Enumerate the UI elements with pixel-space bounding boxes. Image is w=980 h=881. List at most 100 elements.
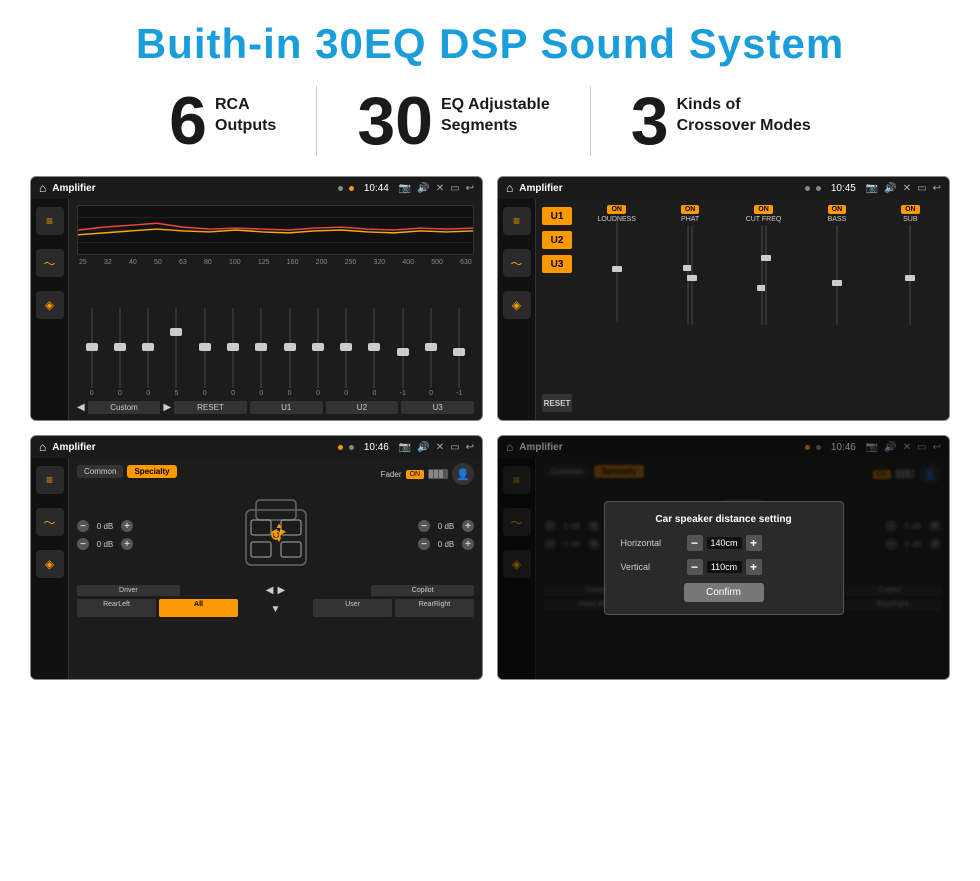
sidebar-eq-icon-2[interactable]: ≡ xyxy=(503,207,531,235)
sidebar-wave-icon-2[interactable]: 〜 xyxy=(503,249,531,277)
eq-u3-btn[interactable]: U3 xyxy=(401,401,474,414)
eq-sliders: 0 0 0 5 xyxy=(77,270,474,397)
screen1-time: 10:44 xyxy=(364,183,389,194)
fader-on-badge[interactable]: ON xyxy=(406,470,425,479)
sidebar-eq-icon-3[interactable]: ≡ xyxy=(36,466,64,494)
rearleft-btn[interactable]: RearLeft xyxy=(77,599,156,617)
eq-slider-7[interactable]: 0 xyxy=(249,308,274,397)
db-plus-lb[interactable]: + xyxy=(121,538,133,550)
db-minus-lb[interactable]: − xyxy=(77,538,89,550)
copilot-btn[interactable]: Copilot xyxy=(371,585,474,596)
eq-bottom-bar: ◀ Custom ▶ RESET U1 U2 U3 xyxy=(77,401,474,414)
u-list: U1 U2 U3 RESET xyxy=(536,199,578,420)
cutfreq-on[interactable]: ON xyxy=(754,205,773,214)
eq-slider-14[interactable]: -1 xyxy=(447,308,472,397)
db-value-lb: 0 dB xyxy=(91,540,119,549)
eq-slider-6[interactable]: 0 xyxy=(220,308,245,397)
home-icon-3[interactable]: ⌂ xyxy=(39,440,46,454)
eq-next[interactable]: ▶ xyxy=(163,402,171,413)
screen3-title: Amplifier xyxy=(52,442,332,453)
eq-slider-10[interactable]: 0 xyxy=(334,308,359,397)
eq-freq-labels: 25 32 40 50 63 80 100 125 160 200 250 32… xyxy=(77,259,474,266)
reset-button[interactable]: RESET xyxy=(542,394,572,412)
home-icon-2[interactable]: ⌂ xyxy=(506,181,513,195)
db-minus-rb[interactable]: − xyxy=(418,538,430,550)
dot1 xyxy=(338,186,343,191)
db-plus-lt[interactable]: + xyxy=(121,520,133,532)
eq-slider-8[interactable]: 0 xyxy=(277,308,302,397)
loudness-on[interactable]: ON xyxy=(607,205,626,214)
u1-button[interactable]: U1 xyxy=(542,207,572,225)
screen1-sidebar: ≡ 〜 ◈ xyxy=(31,199,69,420)
horizontal-plus[interactable]: + xyxy=(746,535,762,551)
db-plus-rt[interactable]: + xyxy=(462,520,474,532)
back-icon-3[interactable]: ↩ xyxy=(466,442,474,453)
eq-slider-13[interactable]: 0 xyxy=(418,308,443,397)
dot2 xyxy=(349,186,354,191)
sub-on[interactable]: ON xyxy=(901,205,920,214)
eq-slider-12[interactable]: -1 xyxy=(390,308,415,397)
bottom-btns-3: Driver ◀ ▶ Copilot xyxy=(77,585,474,596)
screen1-title: Amplifier xyxy=(52,183,332,194)
arrow-right-icon[interactable]: ▶ xyxy=(278,585,286,596)
sidebar-eq-icon[interactable]: ≡ xyxy=(36,207,64,235)
cutfreq-label: CUT FREQ xyxy=(746,216,782,223)
common-tab[interactable]: Common xyxy=(77,465,123,478)
avatar-btn-3[interactable]: 👤 xyxy=(452,463,474,485)
vertical-minus[interactable]: − xyxy=(687,559,703,575)
eq-graph xyxy=(77,205,474,255)
sidebar-wave-icon[interactable]: 〜 xyxy=(36,249,64,277)
eq-slider-5[interactable]: 0 xyxy=(192,308,217,397)
phat-label: PHAT xyxy=(681,216,699,223)
eq-custom-btn[interactable]: Custom xyxy=(88,401,161,414)
db-minus-rt[interactable]: − xyxy=(418,520,430,532)
eq-slider-11[interactable]: 0 xyxy=(362,308,387,397)
eq-u2-btn[interactable]: U2 xyxy=(326,401,399,414)
driver-btn[interactable]: Driver xyxy=(77,585,180,596)
eq-slider-4[interactable]: 5 xyxy=(164,308,189,397)
sidebar-speaker-icon-3[interactable]: ◈ xyxy=(36,550,64,578)
screen2-sidebar: ≡ 〜 ◈ xyxy=(498,199,536,420)
arrow-left-icon[interactable]: ◀ xyxy=(266,585,274,596)
all-btn[interactable]: All xyxy=(159,599,238,617)
u3-button[interactable]: U3 xyxy=(542,255,572,273)
db-plus-rb[interactable]: + xyxy=(462,538,474,550)
close-icon: ✕ xyxy=(436,183,444,194)
horizontal-minus[interactable]: − xyxy=(687,535,703,551)
vertical-label: Vertical xyxy=(621,562,681,572)
db-value-lt: 0 dB xyxy=(91,522,119,531)
sidebar-wave-icon-3[interactable]: 〜 xyxy=(36,508,64,536)
fader-label: Fader xyxy=(381,470,402,479)
eq-slider-1[interactable]: 0 xyxy=(79,308,104,397)
db-minus-lt[interactable]: − xyxy=(77,520,89,532)
volume-icon-2: 🔊 xyxy=(884,183,896,194)
vertical-plus[interactable]: + xyxy=(746,559,762,575)
user-btn-3[interactable]: User xyxy=(313,599,392,617)
camera-icon: 📷 xyxy=(399,183,411,194)
eq-slider-2[interactable]: 0 xyxy=(107,308,132,397)
eq-prev[interactable]: ◀ xyxy=(77,402,85,413)
back-icon[interactable]: ↩ xyxy=(466,183,474,194)
phat-on[interactable]: ON xyxy=(681,205,700,214)
eq-slider-3[interactable]: 0 xyxy=(136,308,161,397)
home-icon[interactable]: ⌂ xyxy=(39,181,46,195)
screen3-body: ≡ 〜 ◈ Common Specialty Fader ON xyxy=(31,458,482,679)
eq-slider-9[interactable]: 0 xyxy=(305,308,330,397)
sidebar-speaker-icon-2[interactable]: ◈ xyxy=(503,291,531,319)
bass-on[interactable]: ON xyxy=(828,205,847,214)
arrow-down-icon[interactable]: ▼ xyxy=(271,604,281,615)
rearright-btn[interactable]: RearRight xyxy=(395,599,474,617)
specialty-tab[interactable]: Specialty xyxy=(127,465,176,478)
sidebar-speaker-icon[interactable]: ◈ xyxy=(36,291,64,319)
eq-reset-btn[interactable]: RESET xyxy=(174,401,247,414)
bass-channel: ON BASS xyxy=(802,205,871,414)
confirm-button[interactable]: Confirm xyxy=(684,583,764,602)
back-icon-2[interactable]: ↩ xyxy=(933,183,941,194)
eq-screen: ⌂ Amplifier 10:44 📷 🔊 ✕ ▭ ↩ ≡ 〜 ◈ xyxy=(30,176,483,421)
status-bar-1: ⌂ Amplifier 10:44 📷 🔊 ✕ ▭ ↩ xyxy=(31,177,482,199)
eq-u1-btn[interactable]: U1 xyxy=(250,401,323,414)
u2-button[interactable]: U2 xyxy=(542,231,572,249)
horizontal-stepper: − 140cm + xyxy=(687,535,762,551)
sub-channel: ON SUB xyxy=(876,205,945,414)
stat-rca: 6 RCA Outputs xyxy=(129,87,316,155)
